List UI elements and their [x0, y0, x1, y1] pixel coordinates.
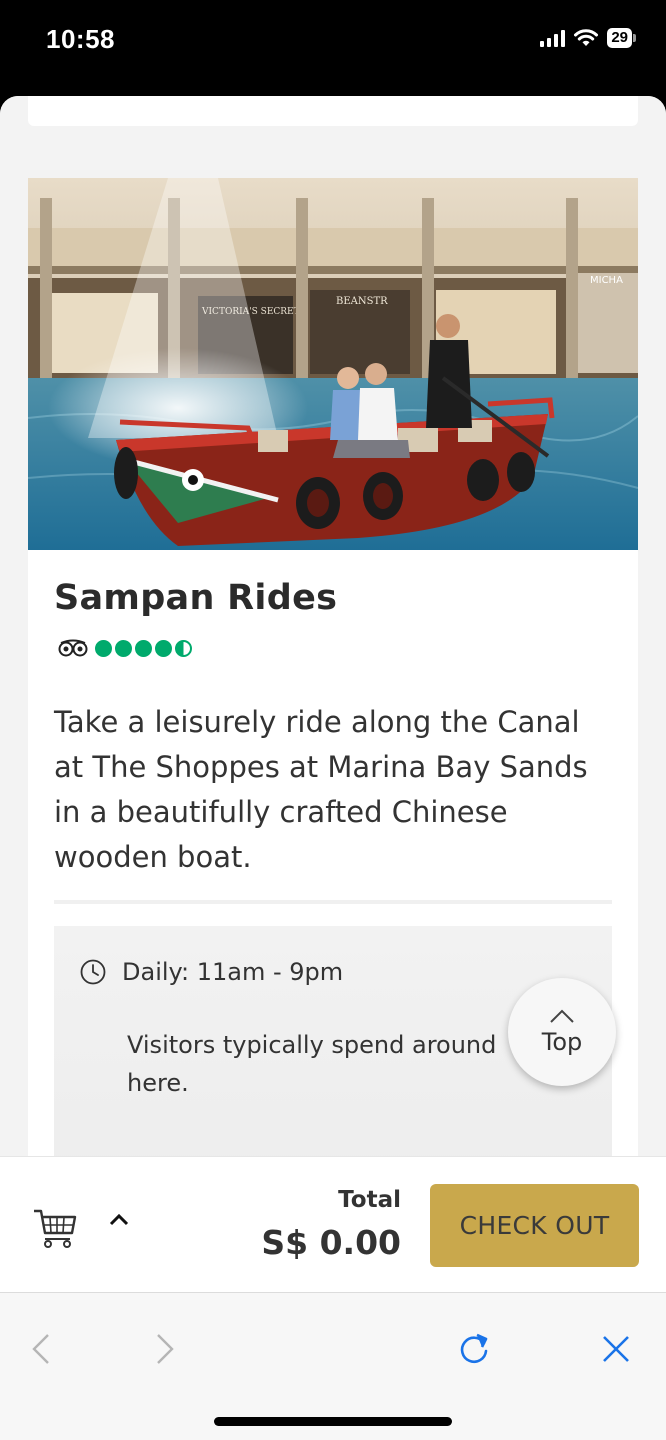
total-label: Total — [338, 1187, 401, 1213]
battery-icon: 29 — [607, 28, 636, 48]
tripadvisor-rating — [58, 639, 192, 657]
status-icons: 29 — [540, 28, 636, 48]
reload-icon[interactable] — [454, 1329, 494, 1369]
shopping-cart-icon[interactable] — [32, 1203, 78, 1249]
home-indicator — [214, 1417, 452, 1426]
battery-level: 29 — [607, 28, 632, 48]
attraction-image: VICTORIA'S SECRET BEANSTR MICHA — [28, 178, 638, 550]
status-time: 10:58 — [46, 24, 115, 54]
previous-card — [28, 96, 638, 126]
attraction-title: Sampan Rides — [54, 578, 338, 618]
total-amount: S$ 0.00 — [261, 1223, 401, 1262]
wifi-icon — [574, 29, 599, 46]
back-to-top-button[interactable]: Top — [508, 978, 616, 1086]
opening-hours: Daily: 11am - 9pm — [80, 958, 343, 986]
rating-dot-3 — [135, 639, 152, 657]
opening-hours-text: Daily: 11am - 9pm — [122, 958, 344, 986]
cellular-signal-icon — [540, 29, 566, 47]
clock-icon — [80, 959, 106, 985]
hero-sign-micha: MICHA — [590, 275, 623, 286]
back-to-top-label: Top — [541, 1028, 583, 1056]
close-icon[interactable] — [596, 1329, 636, 1369]
browser-sheet: VICTORIA'S SECRET BEANSTR MICHA Sampan R… — [0, 96, 666, 1440]
attraction-description: Take a leisurely ride along the Canal at… — [54, 705, 588, 874]
cart-expand-chevron-icon[interactable] — [108, 1211, 130, 1227]
hero-sign-beanstr: BEANSTR — [336, 296, 388, 307]
rating-dot-1 — [95, 639, 112, 657]
cart-bar: Total S$ 0.00 CHECK OUT — [0, 1156, 666, 1292]
section-divider — [54, 900, 612, 904]
rating-dot-5 — [175, 639, 192, 657]
visit-duration-text: Visitors typically spend around here. — [127, 1031, 497, 1097]
checkout-button[interactable]: CHECK OUT — [430, 1184, 639, 1267]
chevron-right-icon[interactable] — [144, 1329, 184, 1369]
tripadvisor-owl-icon — [58, 639, 88, 657]
status-bar: 10:58 29 — [0, 0, 666, 80]
chevron-left-icon[interactable] — [22, 1329, 62, 1369]
rating-dot-4 — [155, 639, 172, 657]
rating-dot-2 — [115, 639, 132, 657]
chevron-up-icon — [550, 1009, 574, 1023]
browser-toolbar — [0, 1292, 666, 1440]
